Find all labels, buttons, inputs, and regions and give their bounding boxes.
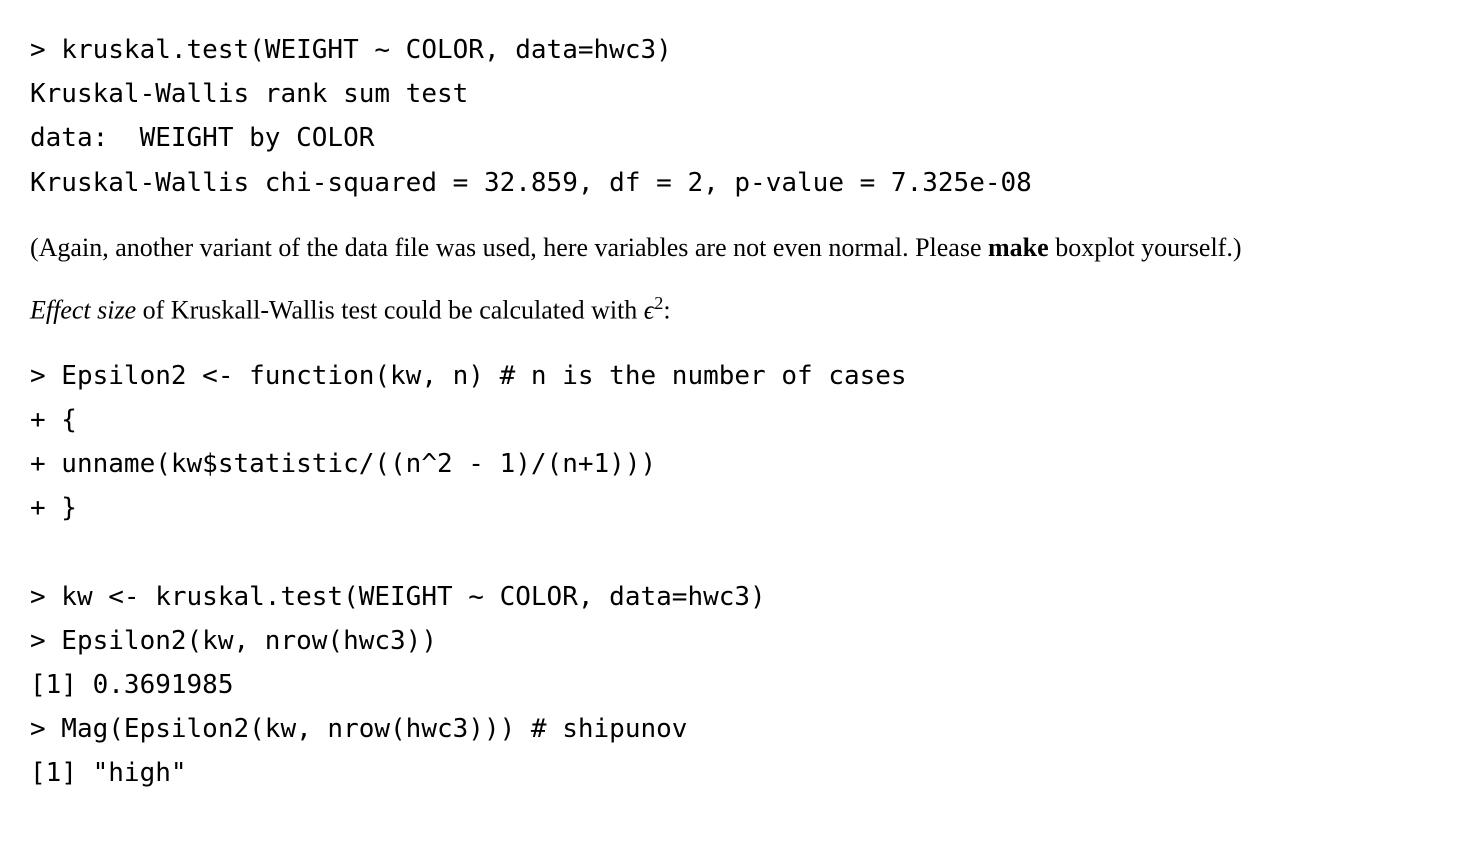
text: : [663, 296, 670, 325]
code-line: > Epsilon2(kw, nrow(hwc3)) [30, 626, 437, 656]
code-line: data: WEIGHT by COLOR [30, 123, 374, 153]
code-block-1: > kruskal.test(WEIGHT ~ COLOR, data=hwc3… [30, 28, 1448, 205]
code-line: + } [30, 493, 77, 523]
paragraph-2: Effect size of Kruskall-Wallis test coul… [30, 290, 1448, 329]
code-line: [1] 0.3691985 [30, 670, 234, 700]
text: boxplot yourself.) [1049, 233, 1242, 262]
code-line: Kruskal-Wallis rank sum test [30, 79, 468, 109]
text: (Again, another variant of the data file… [30, 233, 988, 262]
epsilon-symbol: ϵ [644, 296, 654, 325]
paragraph-1: (Again, another variant of the data file… [30, 229, 1448, 267]
code-line: > kw <- kruskal.test(WEIGHT ~ COLOR, dat… [30, 582, 766, 612]
bold-text: make [988, 233, 1049, 262]
code-line: > Mag(Epsilon2(kw, nrow(hwc3))) # shipun… [30, 714, 687, 744]
code-line: > kruskal.test(WEIGHT ~ COLOR, data=hwc3… [30, 35, 672, 65]
code-line: [1] "high" [30, 758, 187, 788]
code-line: + { [30, 405, 77, 435]
code-line: > Epsilon2 <- function(kw, n) # n is the… [30, 361, 907, 391]
code-line: Kruskal-Wallis chi-squared = 32.859, df … [30, 168, 1032, 198]
code-block-2: > Epsilon2 <- function(kw, n) # n is the… [30, 354, 1448, 796]
text: of Kruskall-Wallis test could be calcula… [136, 296, 644, 325]
superscript: 2 [654, 293, 663, 313]
italic-text: Effect size [30, 296, 136, 325]
code-line: + unname(kw$statistic/((n^2 - 1)/(n+1))) [30, 449, 656, 479]
